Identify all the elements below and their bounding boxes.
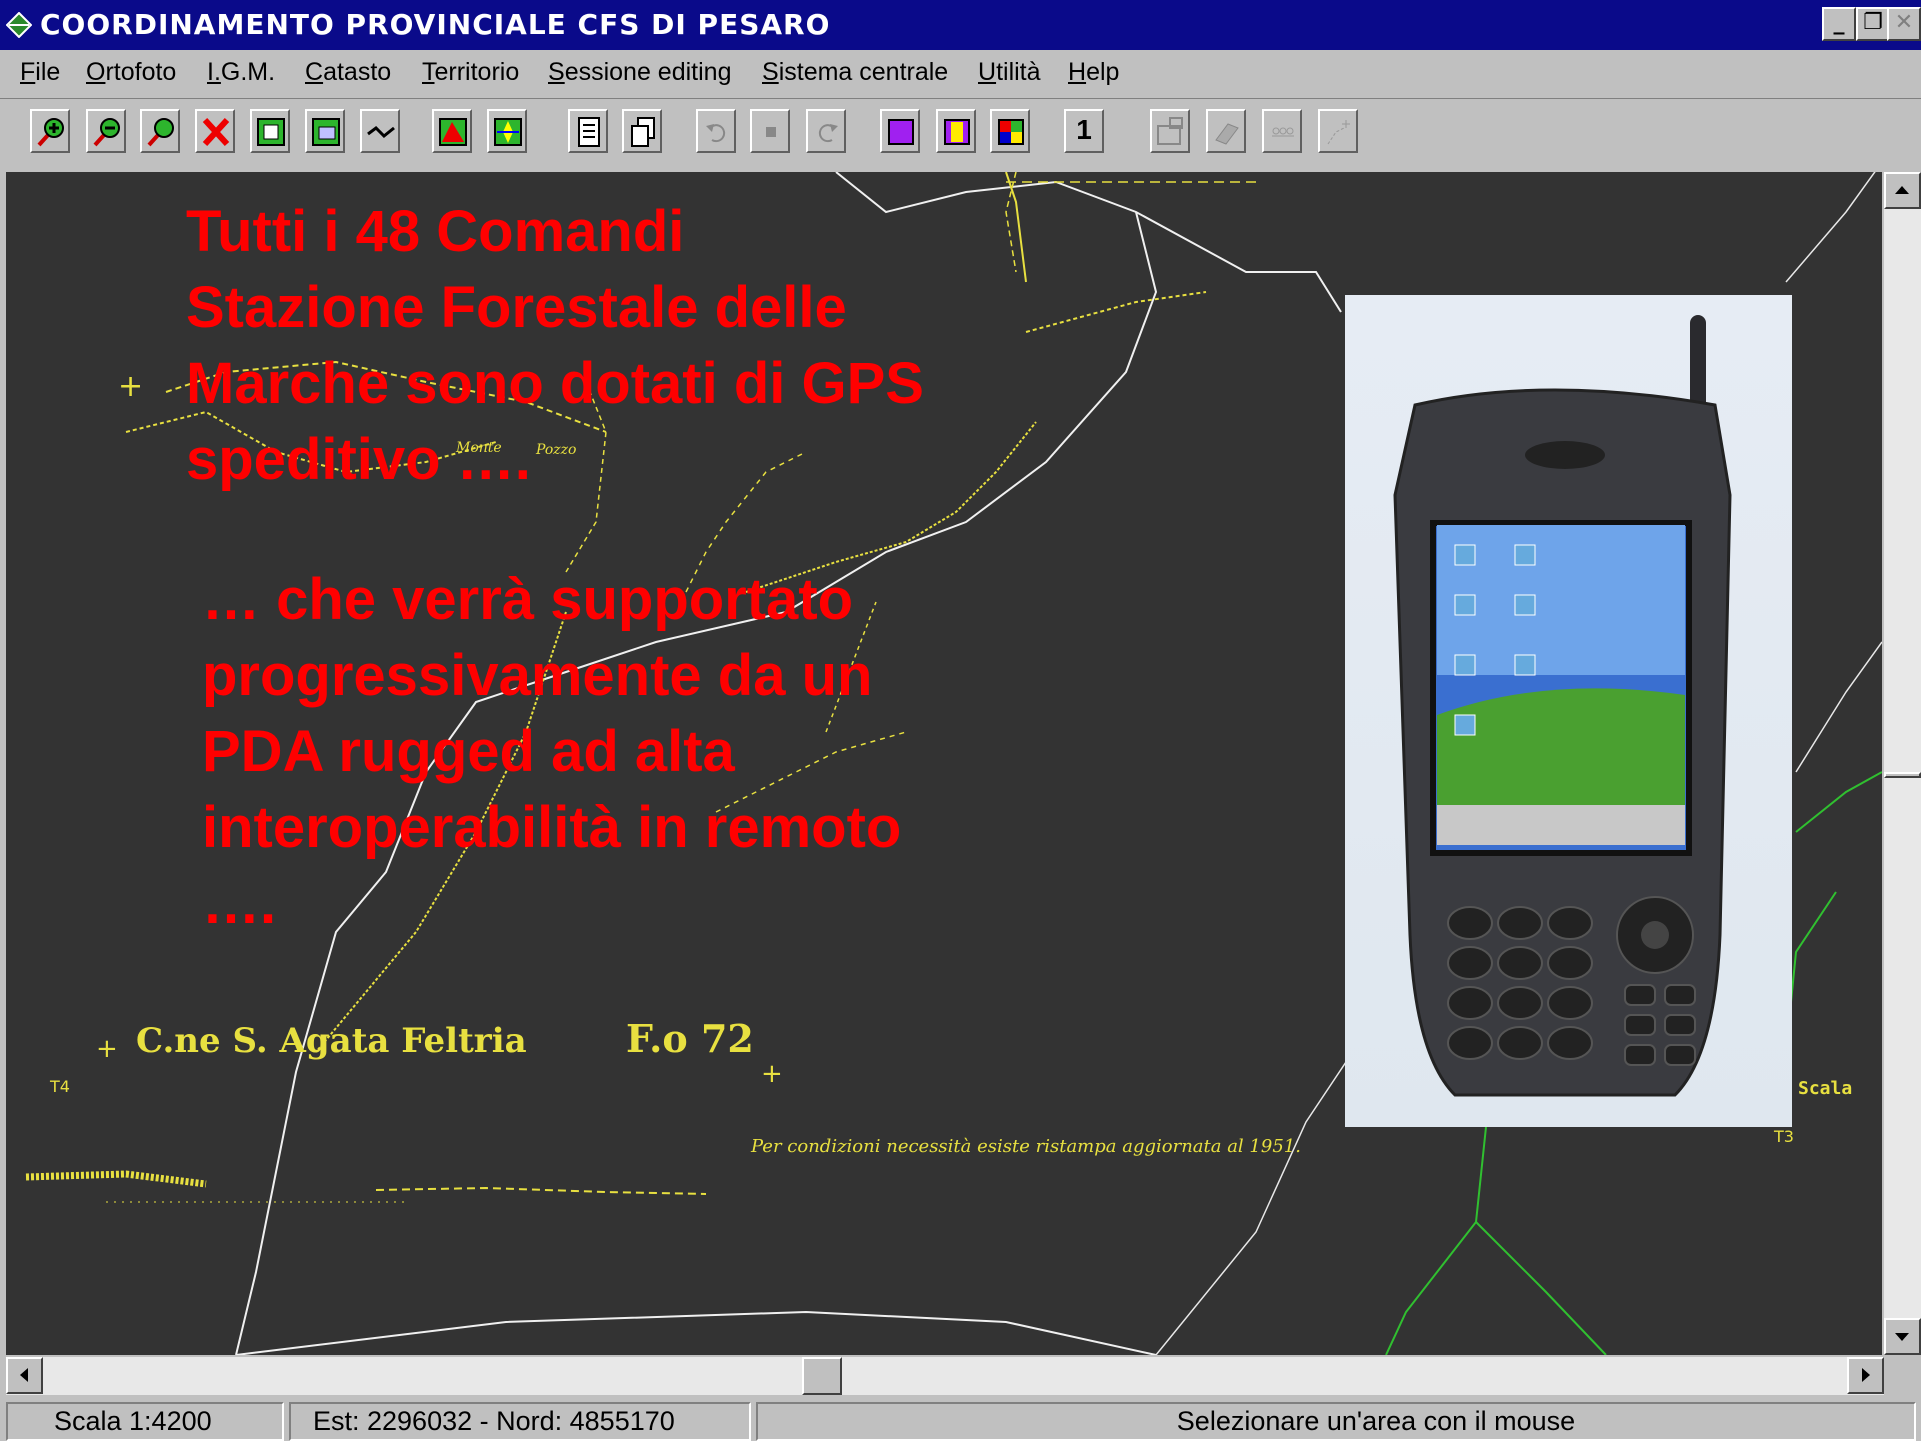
yellow-split-icon bbox=[944, 119, 970, 145]
document-button[interactable] bbox=[568, 109, 608, 153]
restore-icon: ❐ bbox=[1863, 10, 1883, 35]
redo-icon bbox=[818, 124, 838, 143]
app-icon bbox=[6, 12, 32, 38]
restore-button[interactable]: ❐ bbox=[1856, 7, 1890, 41]
edit-window-icon bbox=[1157, 117, 1183, 145]
title-bar: COORDINAMENTO PROVINCIALE CFS DI PESARO … bbox=[0, 0, 1921, 50]
menu-help[interactable]: Help bbox=[1068, 58, 1119, 87]
map-label-t3: T3 bbox=[1773, 1127, 1794, 1146]
menu-utilita[interactable]: Utilità bbox=[978, 58, 1041, 87]
status-bar: Scala 1:4200 Est: 2296032 - Nord: 485517… bbox=[0, 1396, 1921, 1441]
minimize-button[interactable]: _ bbox=[1822, 7, 1856, 41]
arrow-left-icon bbox=[20, 1368, 28, 1382]
redo-button[interactable] bbox=[806, 109, 846, 153]
map-label-sheet: F.o 72 bbox=[626, 1016, 754, 1061]
delete-button[interactable] bbox=[195, 109, 235, 153]
document-icon bbox=[578, 117, 600, 147]
overlay-text-pda: … che verrà supportato progressivamente … bbox=[202, 567, 902, 936]
zoom-out-icon bbox=[93, 118, 120, 147]
menu-sistema-centrale[interactable]: Sistema centrale bbox=[762, 58, 948, 87]
map-label-municipality: C.ne S. Agata Feltria bbox=[136, 1021, 527, 1061]
map-cross-2: + bbox=[761, 1059, 783, 1089]
zoom-icon bbox=[147, 118, 174, 147]
map-label-note: Per condizioni necessità esiste ristampa… bbox=[750, 1136, 1301, 1157]
page-number-button[interactable]: 1 bbox=[1064, 109, 1104, 153]
eraser-button[interactable] bbox=[1206, 109, 1246, 153]
menu-igm[interactable]: I.G.M. bbox=[207, 58, 275, 87]
undo-icon bbox=[706, 124, 726, 143]
map-color-icon bbox=[439, 118, 467, 146]
scroll-left-button[interactable] bbox=[6, 1357, 43, 1394]
delete-icon bbox=[202, 117, 230, 147]
copy-icon bbox=[631, 117, 655, 147]
menu-catasto[interactable]: Catasto bbox=[305, 58, 391, 87]
arrow-down-icon bbox=[1895, 1333, 1909, 1341]
layer-frame-button[interactable] bbox=[305, 109, 345, 153]
map-label-scala: Scala bbox=[1798, 1078, 1852, 1099]
menu-bar: File Ortofoto I.G.M. Catasto Territorio … bbox=[0, 50, 1921, 99]
vertical-scrollbar[interactable] bbox=[1884, 172, 1921, 1355]
map-label-t4: T4 bbox=[49, 1077, 70, 1096]
map-gps-icon bbox=[494, 118, 522, 146]
overlay-text-commands: Tutti i 48 Comandi Stazione Forestale de… bbox=[186, 199, 924, 492]
line-button[interactable] bbox=[360, 109, 400, 153]
zoom-in-icon bbox=[37, 118, 64, 147]
map-gps-button[interactable] bbox=[487, 109, 527, 153]
frame-button[interactable] bbox=[250, 109, 290, 153]
menu-territorio[interactable]: Territorio bbox=[422, 58, 519, 87]
menu-ortofoto[interactable]: Ortofoto bbox=[86, 58, 176, 87]
zoom-out-button[interactable] bbox=[86, 109, 126, 153]
status-scale: Scala 1:4200 bbox=[6, 1402, 284, 1441]
map-cross-1: + bbox=[118, 369, 143, 404]
arrow-up-icon bbox=[1895, 186, 1909, 194]
close-icon: ✕ bbox=[1894, 10, 1914, 35]
layer-frame-icon bbox=[312, 118, 340, 146]
point-add-button[interactable] bbox=[1318, 109, 1358, 153]
toolbar: 1 bbox=[0, 99, 1921, 169]
map-color-button[interactable] bbox=[432, 109, 472, 153]
frame-icon bbox=[257, 118, 285, 146]
menu-file[interactable]: File bbox=[20, 58, 60, 87]
status-message: Selezionare un'area con il mouse bbox=[756, 1402, 1916, 1441]
stop-icon bbox=[766, 127, 776, 137]
status-coordinates: Est: 2296032 - Nord: 4855170 bbox=[289, 1402, 751, 1441]
close-button[interactable]: ✕ bbox=[1887, 7, 1921, 41]
vertical-scroll-thumb[interactable] bbox=[1884, 772, 1921, 778]
minimize-icon: _ bbox=[1833, 10, 1845, 35]
zoom-button[interactable] bbox=[140, 109, 180, 153]
four-color-icon bbox=[998, 119, 1024, 145]
horizontal-scrollbar[interactable] bbox=[6, 1357, 1884, 1395]
pda-photo bbox=[1345, 295, 1792, 1127]
line-icon bbox=[367, 126, 395, 139]
zoom-in-button[interactable] bbox=[30, 109, 70, 153]
stop-button[interactable] bbox=[750, 109, 790, 153]
point-add-icon bbox=[1327, 120, 1350, 145]
label-button[interactable] bbox=[1262, 109, 1302, 153]
eraser-icon bbox=[1215, 123, 1239, 145]
edit-window-button[interactable] bbox=[1150, 109, 1190, 153]
map-cross-3: + bbox=[96, 1034, 118, 1064]
window-title: COORDINAMENTO PROVINCIALE CFS DI PESARO bbox=[40, 8, 831, 41]
scroll-up-button[interactable] bbox=[1884, 172, 1921, 209]
pda-device-image bbox=[1393, 315, 1732, 1097]
purple-square-button[interactable] bbox=[880, 109, 920, 153]
scroll-right-button[interactable] bbox=[1847, 1357, 1884, 1394]
four-color-button[interactable] bbox=[990, 109, 1030, 153]
label-icon bbox=[1272, 127, 1294, 137]
copy-button[interactable] bbox=[622, 109, 662, 153]
map-view[interactable]: C.ne S. Agata Feltria F.o 72 Per condizi… bbox=[6, 172, 1882, 1355]
purple-square-icon bbox=[888, 119, 914, 145]
arrow-right-icon bbox=[1862, 1368, 1870, 1382]
undo-button[interactable] bbox=[696, 109, 736, 153]
yellow-split-button[interactable] bbox=[936, 109, 976, 153]
horizontal-scroll-thumb[interactable] bbox=[802, 1357, 842, 1395]
scroll-down-button[interactable] bbox=[1884, 1318, 1921, 1355]
menu-sessione-editing[interactable]: Sessione editing bbox=[548, 58, 731, 87]
